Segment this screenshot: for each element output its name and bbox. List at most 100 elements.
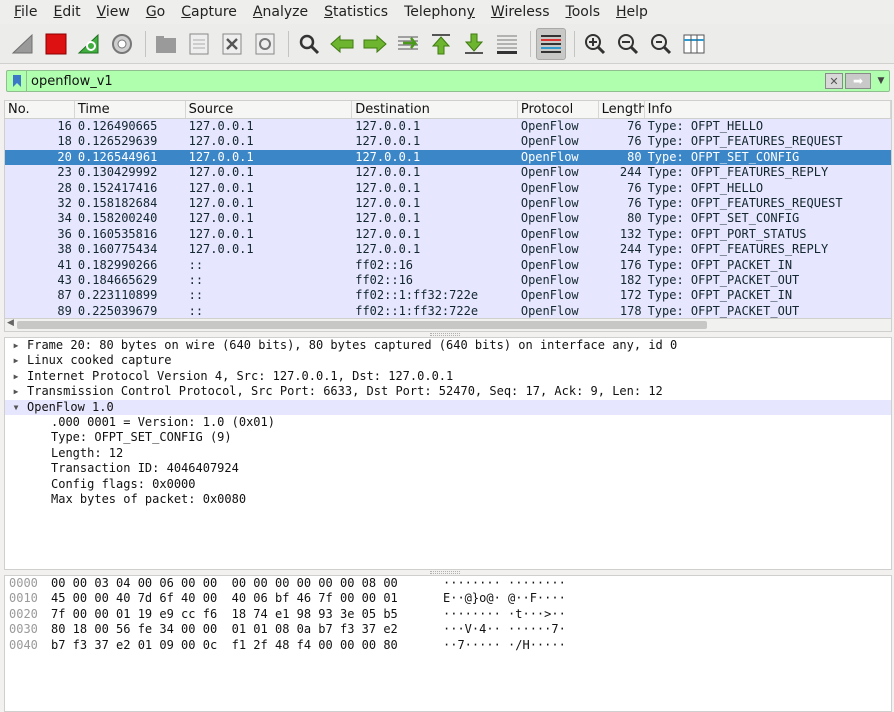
stop-capture-icon[interactable] [41,28,71,60]
detail-field[interactable]: Length: 12 [5,446,891,461]
menu-help[interactable]: Help [608,0,656,24]
collapsed-arrow-icon[interactable]: ▶ [5,353,27,368]
go-forward-icon[interactable] [360,28,390,60]
go-to-packet-icon[interactable] [393,28,423,60]
detail-tree-item[interactable]: ▶ Internet Protocol Version 4, Src: 127.0… [5,369,891,384]
expanded-arrow-icon[interactable]: ▼ [5,400,27,415]
resize-columns-icon[interactable] [679,28,709,60]
packet-row[interactable]: 89 0.225039679:: ff02::1:ff32:722e OpenFlow… [5,303,891,320]
bytes-ascii[interactable]: E··@}o@· @··F···· [443,591,566,606]
packet-row[interactable]: 36 0.160535816 127.0.0.1 127.0.0.1 OpenFlow 1… [5,226,891,243]
menu-telephony[interactable]: Telephony [396,0,483,24]
detail-field[interactable]: Type: OFPT_SET_CONFIG (9) [5,430,891,445]
detail-tree-item[interactable]: ▶ Transmission Control Protocol, Src Port… [5,384,891,399]
packet-list: No. Time Source Destination Protocol Length In… [4,100,892,332]
collapsed-arrow-icon[interactable]: ▶ [5,384,27,399]
cell-source: :: [188,303,204,318]
reload-file-icon[interactable] [250,28,280,60]
open-file-icon[interactable] [151,28,181,60]
save-file-icon[interactable] [184,28,214,60]
cell-info: Type: OFPT_FEATURES_REPLY [647,165,829,180]
go-first-icon[interactable] [426,28,456,60]
scroll-left-icon[interactable]: ◀ [7,318,14,328]
packet-row[interactable]: 16 0.126490665 127.0.0.1 127.0.0.1 OpenFlow 7… [5,119,891,135]
restart-capture-icon[interactable] [74,28,104,60]
cell-time: 0.225039679 [77,303,158,318]
menu-wireless[interactable]: Wireless [483,0,558,24]
bytes-hex[interactable]: 00 00 03 04 00 06 00 00 00 00 00 00 00 0… [51,576,443,591]
chevron-down-icon[interactable]: ▼ [873,73,889,89]
bytes-hex[interactable]: 45 00 00 40 7d 6f 40 00 40 06 bf 46 7f 0… [51,591,443,606]
bytes-ascii[interactable]: ········ ········ [443,576,566,591]
column-header-protocol[interactable]: Protocol [518,101,599,118]
scrollbar-thumb[interactable] [17,321,707,329]
column-header-no[interactable]: No. [5,101,75,118]
packet-row[interactable]: 32 0.158182684 127.0.0.1 127.0.0.1 OpenFlow 7… [5,195,891,212]
detail-field[interactable]: Transaction ID: 4046407924 [5,461,891,476]
column-header-info[interactable]: Info [645,101,891,118]
packet-row[interactable]: 43 0.184665629:: ff02::16 OpenFlow 182 Type: … [5,272,891,289]
packet-row[interactable]: 20 0.126544961 127.0.0.1 127.0.0.1 OpenFlow 8… [5,149,891,166]
detail-field[interactable]: Config flags: 0x0000 [5,477,891,492]
column-header-destination[interactable]: Destination [352,101,518,118]
cell-source: :: [188,288,204,303]
bytes-offset: 0040 [9,637,38,652]
display-filter-input[interactable] [27,71,825,91]
colorize-icon[interactable] [536,27,566,60]
go-back-icon[interactable] [327,28,357,60]
cell-no: 87 [57,288,72,303]
zoom-normal-icon[interactable] [646,28,676,60]
packet-row[interactable]: 28 0.152417416 127.0.0.1 127.0.0.1 OpenFlow 7… [5,180,891,196]
menu-analyze[interactable]: Analyze [245,0,316,24]
column-header-length[interactable]: Length [599,101,645,118]
menu-file[interactable]: File [6,0,45,24]
collapsed-arrow-icon[interactable]: ▶ [5,369,27,384]
menu-tools[interactable]: Tools [558,0,609,24]
bytes-hex[interactable]: b7 f3 37 e2 01 09 00 0c f1 2f 48 f4 00 0… [51,638,443,653]
detail-field[interactable]: .000 0001 = Version: 1.0 (0x01) [5,415,891,430]
column-header-source[interactable]: Source [186,101,353,118]
bookmark-icon[interactable] [7,71,27,91]
packet-row[interactable]: 18 0.126529639 127.0.0.1 127.0.0.1 OpenFlow 7… [5,134,891,150]
zoom-in-icon[interactable] [580,28,610,60]
detail-field[interactable]: Max bytes of packet: 0x0080 [5,492,891,507]
go-last-icon[interactable] [459,28,489,60]
packet-row[interactable]: 41 0.182990266:: ff02::16 OpenFlow 176 Type: … [5,257,891,273]
packet-row[interactable]: 23 0.130429992 127.0.0.1 127.0.0.1 OpenFlow 2… [5,165,891,181]
cell-info: Type: OFPT_HELLO [647,180,764,195]
zoom-out-icon[interactable] [613,28,643,60]
shark-fin-start-icon[interactable] [8,28,38,60]
cell-source: 127.0.0.1 [188,242,254,257]
column-header-time[interactable]: Time [75,101,186,118]
cell-destination: 127.0.0.1 [355,226,421,241]
detail-tree-item[interactable]: ▼ OpenFlow 1.0 [5,399,891,415]
packet-row[interactable]: 34 0.158200240 127.0.0.1 127.0.0.1 OpenFlow 8… [5,211,891,227]
bytes-ascii[interactable]: ········ ·t···>·· [443,607,566,622]
detail-tree-item[interactable]: ▶ Linux cooked capture [5,353,891,368]
horizontal-scrollbar[interactable]: ◀ [5,318,891,331]
cell-time: 0.126490665 [77,119,158,133]
packet-list-header: No. Time Source Destination Protocol Length In… [5,101,891,119]
menu-edit[interactable]: Edit [45,0,88,24]
clear-filter-icon[interactable]: ✕ [825,73,843,89]
detail-tree-item[interactable]: ▶ Frame 20: 80 bytes on wire (640 bits), … [5,338,891,353]
splitter-handle[interactable] [430,333,460,336]
splitter-handle[interactable] [430,571,460,574]
autoscroll-icon[interactable] [492,28,522,60]
menu-capture[interactable]: Capture [173,0,245,24]
capture-options-icon[interactable] [107,28,137,60]
bytes-hex[interactable]: 7f 00 00 01 19 e9 cc f6 18 74 e1 98 93 3… [51,607,443,622]
bytes-ascii[interactable]: ··7····· ·/H····· [443,638,566,653]
menu-view[interactable]: View [89,0,138,24]
packet-row[interactable]: 38 0.160775434 127.0.0.1 127.0.0.1 OpenFlow 2… [5,242,891,258]
find-packet-icon[interactable] [294,28,324,60]
close-file-icon[interactable] [217,28,247,60]
bytes-ascii[interactable]: ···V·4·· ······7· [443,622,566,637]
collapsed-arrow-icon[interactable]: ▶ [5,338,27,353]
apply-filter-icon[interactable]: ➡ [845,73,871,89]
cell-destination: 127.0.0.1 [355,242,421,257]
packet-row[interactable]: 87 0.223110899:: ff02::1:ff32:722e OpenFlow… [5,288,891,304]
menu-go[interactable]: Go [138,0,173,24]
menu-statistics[interactable]: Statistics [316,0,396,24]
bytes-hex[interactable]: 80 18 00 56 fe 34 00 00 01 01 08 0a b7 f… [51,622,443,637]
